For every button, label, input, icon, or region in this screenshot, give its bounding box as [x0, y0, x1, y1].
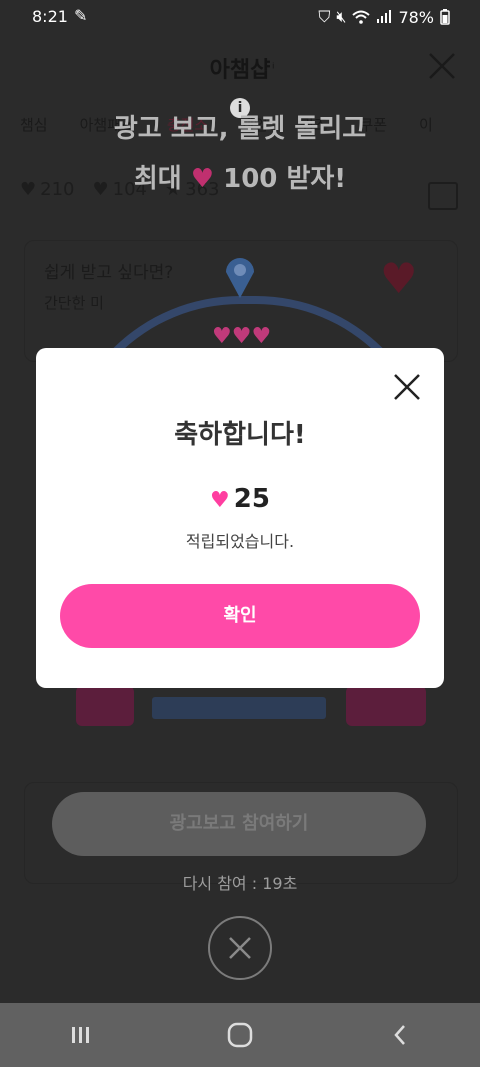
heart-icon: ♥ — [190, 164, 215, 194]
status-icons: ⛉ 🔇︎ 78% — [318, 7, 450, 27]
reward-amount: 25 — [233, 484, 270, 514]
dialog-title: 축하합니다! — [174, 420, 306, 450]
gift-deco-right — [346, 686, 426, 726]
headline-line-1: 광고 보고, 룰렛 돌리고 — [113, 114, 367, 144]
heart-decoration-icon: ♥ — [380, 254, 418, 303]
reward-dialog: 축하합니다! ♥ 25 적립되었습니다. 확인 — [36, 348, 444, 688]
page-title: 아챔샵 — [209, 58, 271, 83]
confirm-button[interactable]: 확인 — [60, 584, 420, 648]
recents-icon[interactable] — [50, 1015, 110, 1055]
pencil-icon: ✎ — [74, 6, 88, 25]
wifi-icon — [352, 10, 371, 24]
close-icon[interactable] — [390, 370, 424, 404]
card-title: 쉽게 받고 싶다면? — [44, 263, 174, 283]
signal-icon — [377, 10, 392, 23]
system-nav-bar — [0, 1003, 480, 1067]
heart-icon: ♥ — [210, 488, 230, 513]
close-circle-icon[interactable] — [208, 916, 272, 980]
retry-countdown: 다시 참여 : 19초 — [182, 874, 298, 893]
info-dot: ⁱ — [272, 61, 275, 77]
back-icon[interactable] — [370, 1015, 430, 1055]
close-icon[interactable] — [426, 50, 458, 82]
watch-ad-button[interactable]: 광고보고 참여하기 — [52, 792, 426, 856]
heart-stack-icon: ♥♥♥ — [212, 324, 272, 349]
headline-prefix: 최대 — [133, 164, 182, 194]
battery-percent: 78% — [398, 7, 434, 27]
wheel-stand — [152, 697, 326, 719]
home-icon[interactable] — [210, 1015, 270, 1055]
status-bar: 8:21 ✎ ⛉ 🔇︎ 78% — [0, 0, 480, 34]
status-time: 8:21 — [32, 7, 68, 26]
shield-icon: ⛉ — [318, 7, 331, 26]
map-pin-icon — [226, 258, 254, 298]
card-subtitle: 간단한 미 — [44, 294, 104, 312]
headline-line-2: 최대 ♥ 100 받자! — [0, 158, 480, 195]
reward-amount-row: ♥ 25 — [36, 484, 444, 514]
headline-suffix: 100 받자! — [223, 164, 347, 194]
dialog-message: 적립되었습니다. — [185, 532, 295, 551]
gift-deco-left — [76, 686, 134, 726]
mute-icon: 🔇︎ — [336, 7, 347, 26]
battery-icon — [440, 9, 450, 25]
